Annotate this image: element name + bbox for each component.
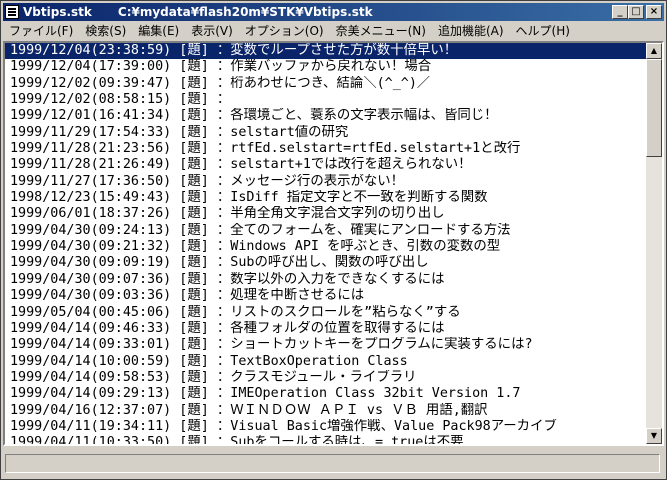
scroll-up-icon[interactable]: ▲	[646, 43, 662, 59]
maximize-button[interactable]: □	[628, 5, 644, 19]
list-item[interactable]: 1999/06/01(18:37:26) [題] ：半角全角文字混合文字列の切り…	[5, 206, 646, 222]
list-item[interactable]: 1999/04/30(09:07:36) [題] ：数字以外の入力をできなくする…	[5, 272, 646, 288]
menu-edit[interactable]: 編集(E)	[132, 22, 185, 41]
list-item[interactable]: 1999/12/02(09:39:47) [題] ：桁あわせにつき、結論＼(^_…	[5, 76, 646, 92]
list-item[interactable]: 1999/11/28(21:26:49) [題] ：selstart+1では改行…	[5, 157, 646, 173]
menu-view[interactable]: 表示(V)	[185, 22, 239, 41]
list-item[interactable]: 1999/04/14(09:33:01) [題] ：ショートカットキーをプログラ…	[5, 337, 646, 353]
menu-bar: ファイル(F) 検索(S) 編集(E) 表示(V) オプション(O) 奈美メニュ…	[3, 22, 664, 41]
list-item[interactable]: 1999/12/02(08:58:15) [題] ：	[5, 92, 646, 108]
menu-options[interactable]: オプション(O)	[239, 22, 330, 41]
list-item[interactable]: 1999/12/01(16:41:34) [題] ：各環境ごと、蓑系の文字表示幅…	[5, 108, 646, 124]
status-panel	[5, 454, 660, 473]
vertical-scrollbar[interactable]: ▲ ▼	[646, 43, 662, 444]
list-item[interactable]: 1999/04/16(12:37:07) [題] ：ＷＩＮＤＯＷ ＡＰＩ vs …	[5, 403, 646, 419]
list-item[interactable]: 1999/04/11(19:34:11) [題] ：Visual Basic増強…	[5, 419, 646, 435]
status-bar	[3, 450, 664, 477]
list-item[interactable]: 1999/11/28(21:23:56) [題] ：rtfEd.selstart…	[5, 141, 646, 157]
minimize-button[interactable]: _	[612, 5, 628, 19]
list-item[interactable]: 1998/12/23(15:49:43) [題] ：IsDiff 指定文字と不一…	[5, 190, 646, 206]
close-button[interactable]: ×	[646, 5, 662, 19]
list-item[interactable]: 1999/12/04(17:39:00) [題] ：作業バッファから戻れない！場…	[5, 59, 646, 75]
list-item[interactable]: 1999/04/30(09:21:32) [題] ：Windows API を呼…	[5, 239, 646, 255]
list-item[interactable]: 1999/04/14(09:46:33) [題] ：各種フォルダの位置を取得する…	[5, 321, 646, 337]
menu-file[interactable]: ファイル(F)	[3, 22, 79, 41]
menu-nami[interactable]: 奈美メニュー(N)	[330, 22, 432, 41]
list-item[interactable]: 1999/04/30(09:03:36) [題] ：処理を中断させるには	[5, 288, 646, 304]
list-item[interactable]: 1999/04/14(09:58:53) [題] ：クラスモジュール・ライブラリ	[5, 370, 646, 386]
menu-search[interactable]: 検索(S)	[79, 22, 132, 41]
menu-help[interactable]: ヘルプ(H)	[510, 22, 576, 41]
menu-addons[interactable]: 追加機能(A)	[432, 22, 510, 41]
list-item[interactable]: 1999/11/29(17:54:33) [題] ：selstart値の研究	[5, 125, 646, 141]
list-item[interactable]: 1999/04/30(09:24:13) [題] ：全てのフォームを、確実にアン…	[5, 223, 646, 239]
list-item[interactable]: 1999/11/27(17:36:50) [題] ：メッセージ行の表示がない！	[5, 174, 646, 190]
list-item[interactable]: 1999/04/11(10:33:50) [題] ：Subをコールする時は、= …	[5, 435, 646, 444]
entry-list-frame: 1999/12/04(23:38:59) [題] ：変数でループさせた方が数十倍…	[3, 41, 664, 446]
list-item[interactable]: 1999/05/04(00:45:06) [題] ：リストのスクロールを”粘らな…	[5, 305, 646, 321]
window-title-name: Vbtips.stk	[23, 5, 92, 19]
list-item[interactable]: 1999/04/30(09:09:19) [題] ：Subの呼び出し、関数の呼び…	[5, 255, 646, 271]
entry-list[interactable]: 1999/12/04(23:38:59) [題] ：変数でループさせた方が数十倍…	[5, 43, 646, 444]
list-item[interactable]: 1999/04/14(10:00:59) [題] ：TextBoxOperati…	[5, 354, 646, 370]
list-item[interactable]: 1999/04/14(09:29:13) [題] ：IMEOperation C…	[5, 386, 646, 402]
app-icon[interactable]	[5, 5, 19, 19]
scroll-down-icon[interactable]: ▼	[646, 428, 662, 444]
title-bar[interactable]: Vbtips.stk C:¥mydata¥flash20m¥STK¥Vbtips…	[3, 3, 664, 21]
main-window: Vbtips.stk C:¥mydata¥flash20m¥STK¥Vbtips…	[0, 0, 667, 480]
scroll-thumb[interactable]	[646, 59, 662, 157]
list-item[interactable]: 1999/12/04(23:38:59) [題] ：変数でループさせた方が数十倍…	[5, 43, 646, 60]
window-title-path: C:¥mydata¥flash20m¥STK¥Vbtips.stk	[117, 5, 373, 19]
